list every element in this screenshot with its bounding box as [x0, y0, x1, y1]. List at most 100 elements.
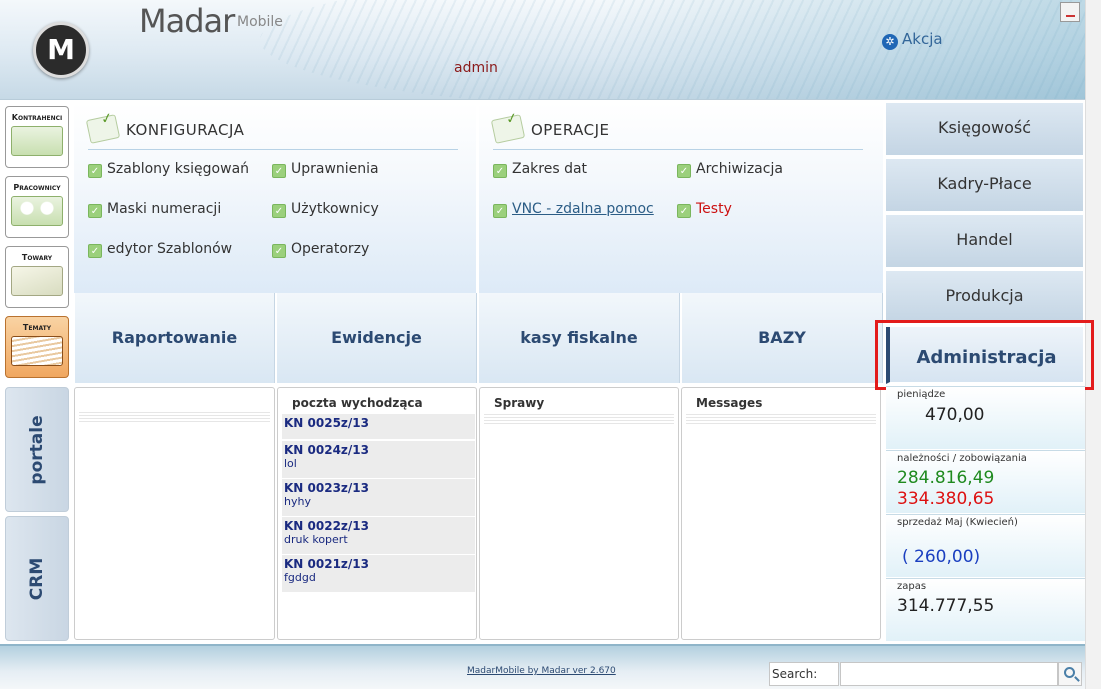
- search-button[interactable]: [1058, 662, 1082, 686]
- check-icon: ✓: [88, 204, 102, 218]
- panel-title: KONFIGURACJA: [126, 121, 245, 139]
- item-label: Uprawnienia: [291, 161, 379, 177]
- check-icon: ✓: [272, 244, 286, 258]
- column-raportowanie: [74, 387, 275, 640]
- stat-value: 314.777,55: [897, 596, 995, 616]
- version-link[interactable]: MadarMobile by Madar ver 2.670: [467, 666, 616, 676]
- list-item[interactable]: KN 0025z/13: [282, 414, 475, 440]
- item-label: Archiwizacja: [696, 161, 783, 177]
- tab-crm[interactable]: CRM: [5, 516, 69, 641]
- menu-handel[interactable]: Handel: [886, 215, 1083, 269]
- tab-raportowanie[interactable]: Raportowanie: [74, 293, 275, 383]
- buildings-icon: [11, 126, 63, 156]
- item-label: Zakres dat: [512, 161, 588, 177]
- document-number: KN 0021z/13: [284, 557, 369, 571]
- logged-user: admin: [454, 60, 498, 76]
- link-testy[interactable]: ✓ Testy: [677, 201, 732, 218]
- link-zakres-dat[interactable]: ✓ Zakres dat: [493, 161, 587, 178]
- link-szablony-ksiegowan[interactable]: ✓ Szablony księgowań: [88, 161, 249, 178]
- stat-label: zapas: [897, 581, 927, 592]
- item-label: edytor Szablonów: [107, 241, 233, 257]
- check-icon: ✓: [677, 204, 691, 218]
- tab-label: kasy fiskalne: [520, 328, 638, 347]
- column-divider: [79, 412, 270, 422]
- nav-label: Towary: [21, 253, 53, 262]
- menu-ksiegowosc[interactable]: Księgowość: [886, 103, 1083, 157]
- app-header: M Madar Mobile admin ✲ Akcja: [0, 0, 1085, 100]
- brand-subtitle: Mobile: [237, 14, 283, 30]
- link-edytor-szablonow[interactable]: ✓ edytor Szablonów: [88, 241, 232, 258]
- tab-label: CRM: [27, 557, 47, 600]
- document-number: KN 0025z/13: [284, 416, 369, 430]
- document-number: KN 0024z/13: [284, 443, 369, 457]
- item-label: Szablony księgowań: [107, 161, 250, 177]
- link-archiwizacja[interactable]: ✓ Archiwizacja: [677, 161, 783, 178]
- nav-pracownicy[interactable]: Pracownicy: [5, 176, 69, 238]
- panel-header: OPERACJE: [490, 114, 863, 150]
- link-maski-numeracji[interactable]: ✓ Maski numeracji: [88, 201, 221, 218]
- check-icon: ✓: [88, 244, 102, 258]
- tab-ewidencje[interactable]: Ewidencje: [276, 293, 477, 383]
- stat-sprzedaz: sprzedaż Maj (Kwiecień) ( 260,00): [886, 514, 1085, 577]
- column-title: Messages: [696, 396, 763, 410]
- stat-naleznosci: należności / zobowiązania 284.816,49 334…: [886, 450, 1085, 513]
- search-icon-handle: [1074, 676, 1080, 682]
- column-title: Sprawy: [494, 396, 545, 410]
- link-vnc-zdalna-pomoc[interactable]: ✓ VNC - zdalna pomoc: [493, 201, 654, 218]
- document-description: fgdgd: [284, 571, 316, 584]
- stat-value: ( 260,00): [902, 547, 981, 567]
- akcja-label: Akcja: [902, 30, 943, 48]
- list-item[interactable]: KN 0022z/13 druk kopert: [282, 517, 475, 555]
- brand-name: Madar: [139, 2, 235, 40]
- stat-label: pieniądze: [897, 389, 946, 400]
- link-operatorzy[interactable]: ✓ Operatorzy: [272, 241, 369, 258]
- operacje-panel: OPERACJE ✓ Zakres dat ✓ Archiwizacja ✓ VNC …: [479, 103, 883, 293]
- stat-payables-value: 334.380,65: [897, 489, 995, 509]
- tab-portale[interactable]: portale: [5, 387, 69, 512]
- documents-icon: [11, 336, 63, 366]
- panel-title: OPERACJE: [531, 121, 610, 139]
- madar-logo[interactable]: M: [33, 22, 89, 78]
- document-number: KN 0023z/13: [284, 481, 369, 495]
- column-title: poczta wychodząca: [292, 396, 423, 410]
- box-icon: [11, 266, 63, 296]
- menu-kadry-place[interactable]: Kadry-Płace: [886, 159, 1083, 213]
- list-item[interactable]: KN 0024z/13 lol: [282, 441, 475, 479]
- menu-label: Kadry-Płace: [937, 174, 1032, 193]
- stat-zapas: zapas 314.777,55: [886, 578, 1085, 641]
- tab-kasy-fiskalne[interactable]: kasy fiskalne: [478, 293, 680, 383]
- selection-highlight: [875, 320, 1094, 390]
- header-decoration-gradient: [600, 0, 1085, 99]
- minus-icon: [1066, 15, 1075, 17]
- akcja-link[interactable]: ✲ Akcja: [882, 30, 943, 50]
- search-icon: [1064, 667, 1075, 678]
- list-item[interactable]: KN 0023z/13 hyhy: [282, 479, 475, 517]
- nav-tematy[interactable]: Tematy: [5, 316, 69, 378]
- konfiguracja-panel: KONFIGURACJA ✓ Szablony księgowań ✓ Uprawn…: [74, 103, 476, 293]
- search-input[interactable]: [840, 662, 1058, 686]
- app-footer: MadarMobile by Madar ver 2.670 Search:: [0, 644, 1085, 689]
- link-uprawnienia[interactable]: ✓ Uprawnienia: [272, 161, 379, 178]
- minimize-button[interactable]: [1060, 2, 1080, 22]
- menu-label: Produkcja: [945, 286, 1024, 305]
- link-uzytkownicy[interactable]: ✓ Użytkownicy: [272, 201, 379, 218]
- stat-receivables-value: 284.816,49: [897, 468, 995, 488]
- document-number: KN 0022z/13: [284, 519, 369, 533]
- nav-towary[interactable]: Towary: [5, 246, 69, 308]
- item-label: VNC - zdalna pomoc: [512, 201, 654, 217]
- nav-label: Tematy: [22, 323, 52, 332]
- nav-kontrahenci[interactable]: Kontrahenci: [5, 106, 69, 168]
- stat-value: 470,00: [925, 405, 985, 425]
- menu-label: Księgowość: [937, 118, 1032, 137]
- panel-header: KONFIGURACJA: [85, 114, 458, 150]
- column-divider: [686, 414, 876, 424]
- checklist-icon: [85, 114, 121, 144]
- item-label: Testy: [696, 201, 732, 217]
- tab-bazy[interactable]: BAZY: [681, 293, 883, 383]
- item-label: Operatorzy: [291, 241, 370, 257]
- menu-produkcja[interactable]: Produkcja: [886, 271, 1083, 325]
- nav-label: Pracownicy: [13, 183, 61, 192]
- list-item[interactable]: KN 0021z/13 fgdgd: [282, 555, 475, 593]
- stat-label: należności / zobowiązania: [897, 453, 1027, 464]
- column-divider: [484, 414, 674, 424]
